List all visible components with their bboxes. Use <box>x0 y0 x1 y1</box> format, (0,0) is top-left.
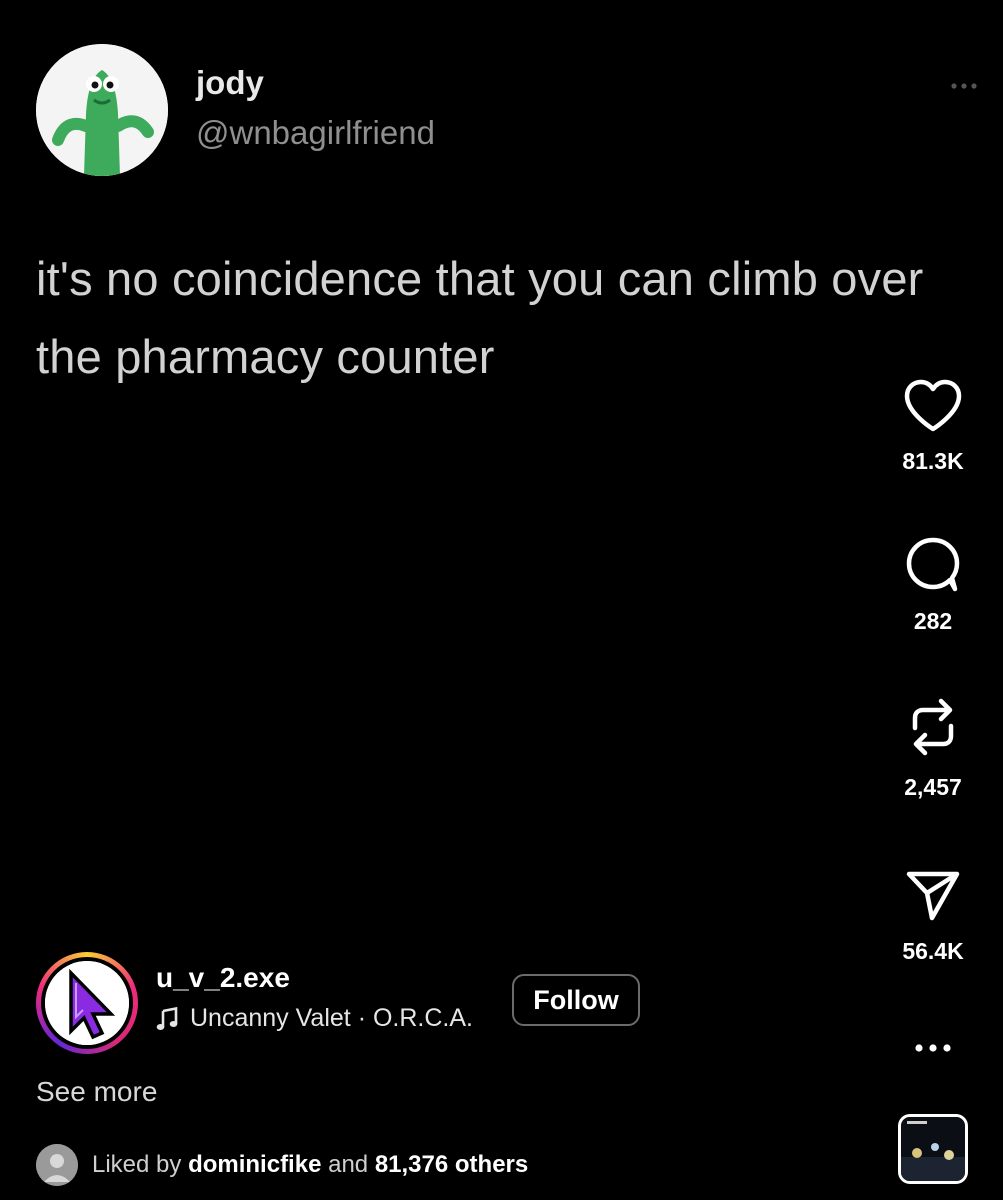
liked-by-prefix: Liked by <box>92 1151 189 1178</box>
liked-by-row[interactable]: Liked by dominicfike and 81,376 others <box>36 1144 528 1186</box>
liked-by-middle: and <box>321 1151 375 1178</box>
like-button[interactable]: 81.3K <box>896 378 970 475</box>
creator-avatar-ring-gap <box>41 957 133 1049</box>
music-note-icon <box>156 1006 178 1030</box>
liker-avatar-image-icon <box>36 1144 78 1186</box>
tweet-text: it's no coincidence that you can climb o… <box>36 252 924 383</box>
audio-thumbnail[interactable] <box>898 1114 968 1184</box>
more-options-button[interactable] <box>896 1038 970 1058</box>
green-tube-character-icon <box>36 44 168 176</box>
creator-username[interactable]: u_v_2.exe <box>156 962 290 994</box>
comment-icon[interactable] <box>903 536 963 594</box>
liked-by-user[interactable]: dominicfike <box>188 1151 321 1179</box>
repost-icon[interactable] <box>903 694 963 760</box>
follow-button[interactable]: Follow <box>512 974 640 1026</box>
ellipsis-icon[interactable] <box>944 76 984 96</box>
comment-count: 282 <box>913 608 953 634</box>
repost-count: 2,457 <box>904 774 962 800</box>
more-dots-icon[interactable] <box>911 1038 955 1058</box>
album-art-icon <box>901 1117 965 1181</box>
liked-by-others[interactable]: 81,376 others <box>375 1151 528 1179</box>
send-icon[interactable] <box>903 866 963 924</box>
comment-button[interactable]: 282 <box>896 536 970 635</box>
purple-cursor-icon <box>45 961 129 1045</box>
audio-title: Uncanny Valet · O.R.C.A. <box>190 1004 473 1032</box>
heart-icon[interactable] <box>903 378 963 434</box>
audio-track[interactable]: Uncanny Valet · O.R.C.A. <box>156 1004 473 1033</box>
see-more-link[interactable]: See more <box>36 1076 157 1108</box>
like-count: 81.3K <box>902 448 964 474</box>
creator-avatar-image <box>45 961 129 1045</box>
share-count: 56.4K <box>902 938 964 964</box>
repost-button[interactable]: 2,457 <box>896 694 970 801</box>
share-button[interactable]: 56.4K <box>896 866 970 965</box>
liker-avatar[interactable] <box>36 1144 78 1186</box>
tweet-handle[interactable]: @wnbagirlfriend <box>196 114 435 152</box>
tweet-display-name[interactable]: jody <box>196 64 264 102</box>
tweet-avatar[interactable] <box>36 44 168 176</box>
tweet-card: jody @wnbagirlfriend it's no coincidence… <box>0 0 1003 400</box>
creator-avatar[interactable] <box>36 952 138 1054</box>
